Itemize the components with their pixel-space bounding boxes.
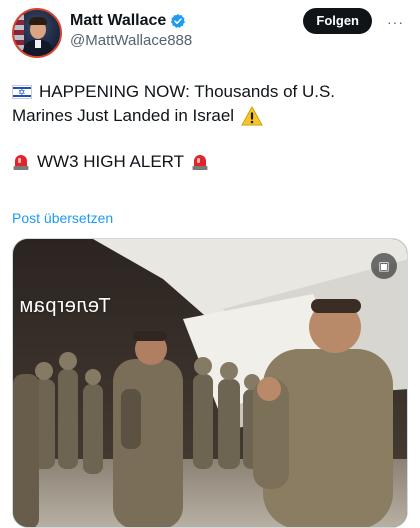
tweet-text: ✡ HAPPENING NOW: Thousands of U.S. Marin…	[12, 80, 408, 174]
video-watermark: Телеграм	[19, 295, 111, 317]
avatar-hair	[29, 17, 47, 25]
warning-icon	[241, 106, 263, 126]
more-options-icon[interactable]: ···	[387, 14, 404, 30]
tweet-media-video[interactable]: Телеграм ▣	[12, 238, 408, 528]
verified-badge-icon	[171, 14, 186, 28]
tweet-header: Matt Wallace @MattWallace888 Folgen ···	[12, 8, 408, 60]
tweet-line-1: ✡ HAPPENING NOW: Thousands of U.S.	[12, 80, 408, 104]
siren-icon	[13, 155, 29, 170]
tweet-line-2: Marines Just Landed in Israel	[12, 104, 408, 128]
tweet-line-3: WW3 HIGH ALERT	[12, 150, 408, 174]
follow-button[interactable]: Folgen	[303, 8, 372, 34]
avatar-collar	[35, 40, 41, 48]
avatar[interactable]	[12, 8, 62, 58]
translate-post-link[interactable]: Post übersetzen	[12, 210, 113, 226]
author-handle[interactable]: @MattWallace888	[70, 32, 192, 49]
video-frame	[13, 239, 407, 527]
tweet-line-1-text: HAPPENING NOW: Thousands of U.S.	[39, 82, 336, 101]
gif-icon[interactable]: ▣	[371, 253, 397, 279]
israel-flag-icon: ✡	[12, 85, 32, 99]
tweet-line-3-text: WW3 HIGH ALERT	[37, 152, 185, 171]
tweet-line-2-text: Marines Just Landed in Israel	[12, 106, 235, 125]
author-name-row[interactable]: Matt Wallace	[70, 12, 186, 30]
siren-icon	[192, 155, 208, 170]
author-name[interactable]: Matt Wallace	[70, 12, 166, 30]
